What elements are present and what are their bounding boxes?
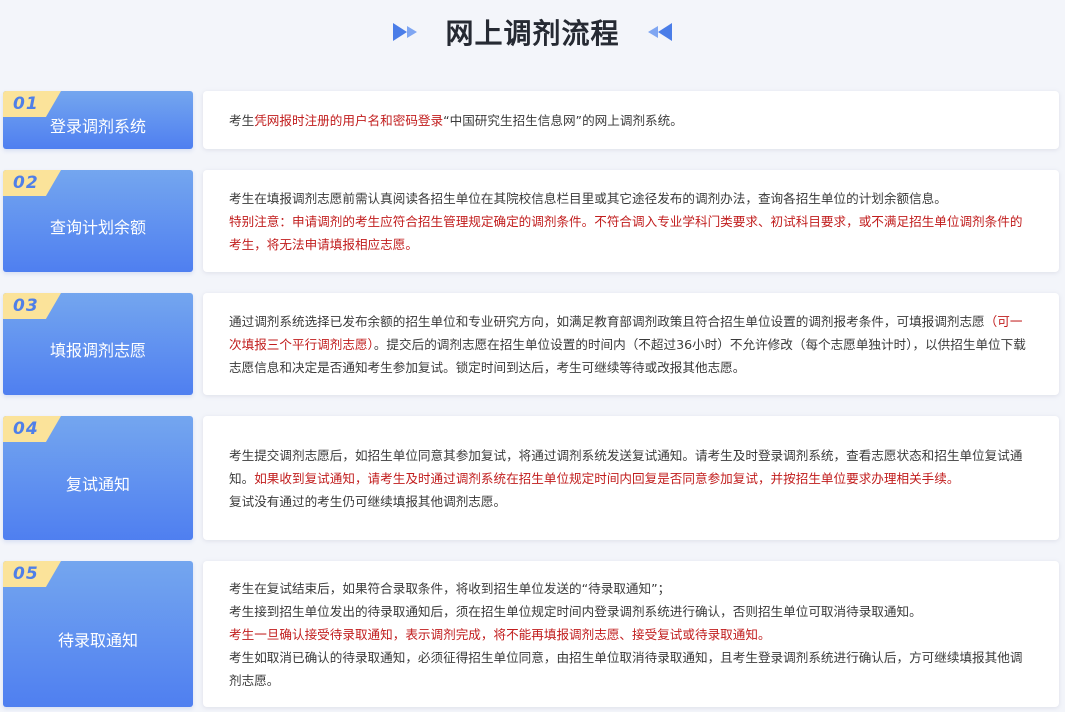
step-description: 考生在填报调剂志愿前需认真阅读各招生单位在其院校信息栏目里或其它途径发布的调剂办…: [203, 187, 1059, 256]
body-text: 考生接到招生单位发出的待录取通知后，须在招生单位规定时间内登录调剂系统进行确认，…: [229, 603, 922, 619]
body-text: 考生在填报调剂志愿前需认真阅读各招生单位在其院校信息栏目里或其它途径发布的调剂办…: [229, 190, 947, 206]
step-badge: 01 登录调剂系统: [3, 91, 193, 149]
step-2: 02 查询计划余额 考生在填报调剂志愿前需认真阅读各招生单位在其院校信息栏目里或…: [0, 170, 1065, 272]
step-4: 04 复试通知 考生提交调剂志愿后，如招生单位同意其参加复试，将通过调剂系统发送…: [0, 416, 1065, 540]
step-card: 考生提交调剂志愿后，如招生单位同意其参加复试，将通过调剂系统发送复试通知。请考生…: [203, 416, 1059, 540]
step-number: 01: [13, 94, 39, 114]
step-description: 通过调剂系统选择已发布余额的招生单位和专业研究方向，如满足教育部调剂政策且符合招…: [203, 310, 1059, 379]
left-arrows-icon: [644, 22, 674, 42]
description-line: 复试没有通过的考生仍可继续填报其他调剂志愿。: [229, 490, 1033, 513]
step-title: 复试通知: [65, 474, 130, 494]
step-5: 05 待录取通知 考生在复试结束后，如果符合录取条件，将收到招生单位发送的“待录…: [0, 561, 1065, 707]
step-badge: 02 查询计划余额: [3, 170, 193, 272]
step-card: 通过调剂系统选择已发布余额的招生单位和专业研究方向，如满足教育部调剂政策且符合招…: [203, 293, 1059, 395]
step-description: 考生提交调剂志愿后，如招生单位同意其参加复试，将通过调剂系统发送复试通知。请考生…: [203, 444, 1059, 513]
step-1: 01 登录调剂系统 考生凭网报时注册的用户名和密码登录“中国研究生招生信息网”的…: [0, 91, 1065, 149]
step-card: 考生凭网报时注册的用户名和密码登录“中国研究生招生信息网”的网上调剂系统。: [203, 91, 1059, 149]
step-card: 考生在复试结束后，如果符合录取条件，将收到招生单位发送的“待录取通知”； 考生接到…: [203, 561, 1059, 707]
step-title: 登录调剂系统: [49, 116, 146, 136]
description-line: 考生如取消已确认的待录取通知，必须征得招生单位同意，由招生单位取消待录取通知，且…: [229, 646, 1033, 692]
step-description: 考生在复试结束后，如果符合录取条件，将收到招生单位发送的“待录取通知”； 考生接到…: [203, 577, 1059, 692]
right-arrows-icon: [391, 22, 421, 42]
description-line: 考生在填报调剂志愿前需认真阅读各招生单位在其院校信息栏目里或其它途径发布的调剂办…: [229, 187, 1033, 210]
step-number: 05: [13, 564, 39, 584]
body-text: “中国研究生招生信息网”的网上调剂系统。: [443, 112, 683, 128]
highlight-text: 如果收到复试通知，请考生及时通过调剂系统在招生单位规定时间内回复是否同意参加复试…: [254, 470, 960, 486]
page-title: 网上调剂流程: [445, 17, 620, 50]
step-3: 03 填报调剂志愿 通过调剂系统选择已发布余额的招生单位和专业研究方向，如满足教…: [0, 293, 1065, 395]
step-badge: 05 待录取通知: [3, 561, 193, 707]
description-line: 考生凭网报时注册的用户名和密码登录“中国研究生招生信息网”的网上调剂系统。: [229, 109, 1033, 132]
step-number: 03: [13, 296, 39, 316]
step-title: 填报调剂志愿: [49, 340, 146, 360]
description-line: 考生一旦确认接受待录取通知，表示调剂完成，将不能再填报调剂志愿、接受复试或待录取…: [229, 623, 1033, 646]
body-text: 考生如取消已确认的待录取通知，必须征得招生单位同意，由招生单位取消待录取通知，且…: [229, 649, 1023, 688]
step-number: 02: [13, 173, 39, 193]
body-text: 考生: [229, 112, 255, 128]
step-badge: 04 复试通知: [3, 416, 193, 540]
body-text: 考生在复试结束后，如果符合录取条件，将收到招生单位发送的“待录取通知”；: [229, 580, 671, 596]
step-number: 04: [13, 419, 39, 439]
body-text: 复试没有通过的考生仍可继续填报其他调剂志愿。: [229, 493, 507, 509]
step-card: 考生在填报调剂志愿前需认真阅读各招生单位在其院校信息栏目里或其它途径发布的调剂办…: [203, 170, 1059, 272]
description-line: 特别注意：申请调剂的考生应符合招生管理规定确定的调剂条件。不符合调入专业学科门类…: [229, 210, 1033, 256]
description-line: 考生在复试结束后，如果符合录取条件，将收到招生单位发送的“待录取通知”；: [229, 577, 1033, 600]
step-description: 考生凭网报时注册的用户名和密码登录“中国研究生招生信息网”的网上调剂系统。: [203, 109, 1059, 132]
body-text: 通过调剂系统选择已发布余额的招生单位和专业研究方向，如满足教育部调剂政策且符合招…: [229, 313, 985, 329]
highlight-text: 考生一旦确认接受待录取通知，表示调剂完成，将不能再填报调剂志愿、接受复试或待录取…: [229, 626, 771, 642]
highlight-text: 特别注意：申请调剂的考生应符合招生管理规定确定的调剂条件。不符合调入专业学科门类…: [229, 213, 1023, 252]
page-header: 网上调剂流程: [0, 10, 1065, 54]
step-title: 待录取通知: [57, 630, 138, 650]
highlight-text: 凭网报时注册的用户名和密码登录: [254, 112, 444, 128]
step-title: 查询计划余额: [49, 217, 146, 237]
description-line: 考生接到招生单位发出的待录取通知后，须在招生单位规定时间内登录调剂系统进行确认，…: [229, 600, 1033, 623]
description-line: 通过调剂系统选择已发布余额的招生单位和专业研究方向，如满足教育部调剂政策且符合招…: [229, 310, 1033, 379]
step-badge: 03 填报调剂志愿: [3, 293, 193, 395]
description-line: 考生提交调剂志愿后，如招生单位同意其参加复试，将通过调剂系统发送复试通知。请考生…: [229, 444, 1033, 490]
